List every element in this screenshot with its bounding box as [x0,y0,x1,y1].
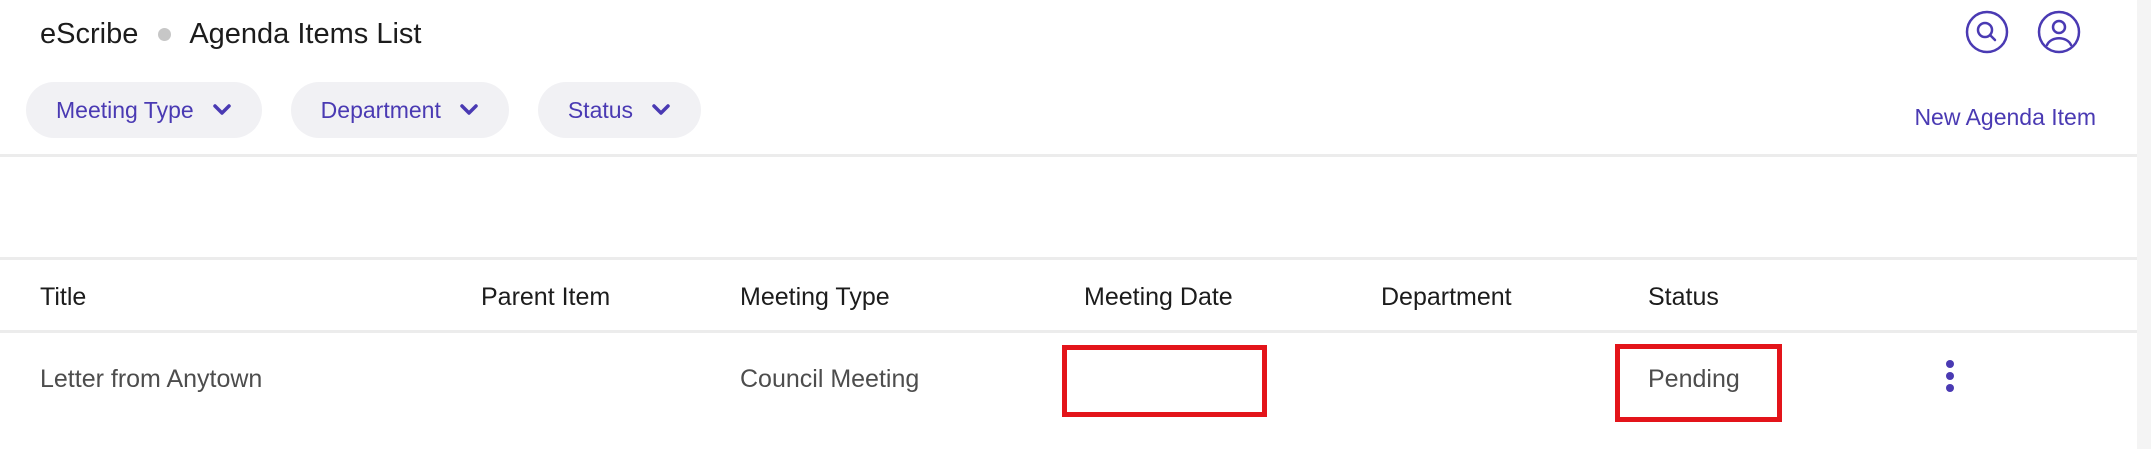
vertical-scrollbar[interactable] [2137,0,2151,449]
app-root: eScribe Agenda Items List Meeting Type D… [0,0,2151,449]
divider [0,257,2151,260]
filter-status[interactable]: Status [537,82,702,138]
column-header-meeting-type[interactable]: Meeting Type [740,262,890,332]
chevron-down-icon [459,103,479,117]
cell-meeting-type: Council Meeting [740,364,920,393]
search-icon [1965,10,2009,54]
chevron-down-icon [651,103,671,117]
highlight-box-status [1615,344,1782,422]
column-header-parent-item[interactable]: Parent Item [481,262,610,332]
separator-dot [158,27,172,41]
app-name: eScribe [40,17,139,50]
column-header-department[interactable]: Department [1381,262,1512,332]
column-header-meeting-date[interactable]: Meeting Date [1084,262,1233,332]
divider [0,330,2151,333]
page-header: eScribe Agenda Items List [40,14,421,54]
divider [0,154,2151,157]
filter-meeting-type[interactable]: Meeting Type [26,82,262,138]
filter-department[interactable]: Department [290,82,509,138]
highlight-box-meeting-date [1062,345,1267,417]
filter-bar: Meeting Type Department Status [26,82,702,138]
column-header-title[interactable]: Title [40,262,86,332]
user-icon [2037,10,2081,54]
header-actions [1965,10,2081,54]
column-header-status[interactable]: Status [1648,262,1719,332]
cell-title[interactable]: Letter from Anytown [40,344,262,414]
search-button[interactable] [1965,10,2009,54]
page-title: Agenda Items List [189,17,422,50]
user-profile-button[interactable] [2037,10,2081,54]
new-agenda-item-button[interactable]: New Agenda Item [1914,104,2096,131]
table-header: Title Parent Item Meeting Type Meeting D… [0,262,2151,332]
filter-label: Status [567,96,634,123]
chevron-down-icon [212,103,232,117]
filter-label: Department [320,96,441,123]
row-actions-menu-button[interactable] [1938,356,1962,396]
filter-label: Meeting Type [56,96,194,123]
more-vertical-icon [1946,384,1954,392]
more-vertical-icon [1946,372,1954,380]
more-vertical-icon [1946,360,1954,368]
